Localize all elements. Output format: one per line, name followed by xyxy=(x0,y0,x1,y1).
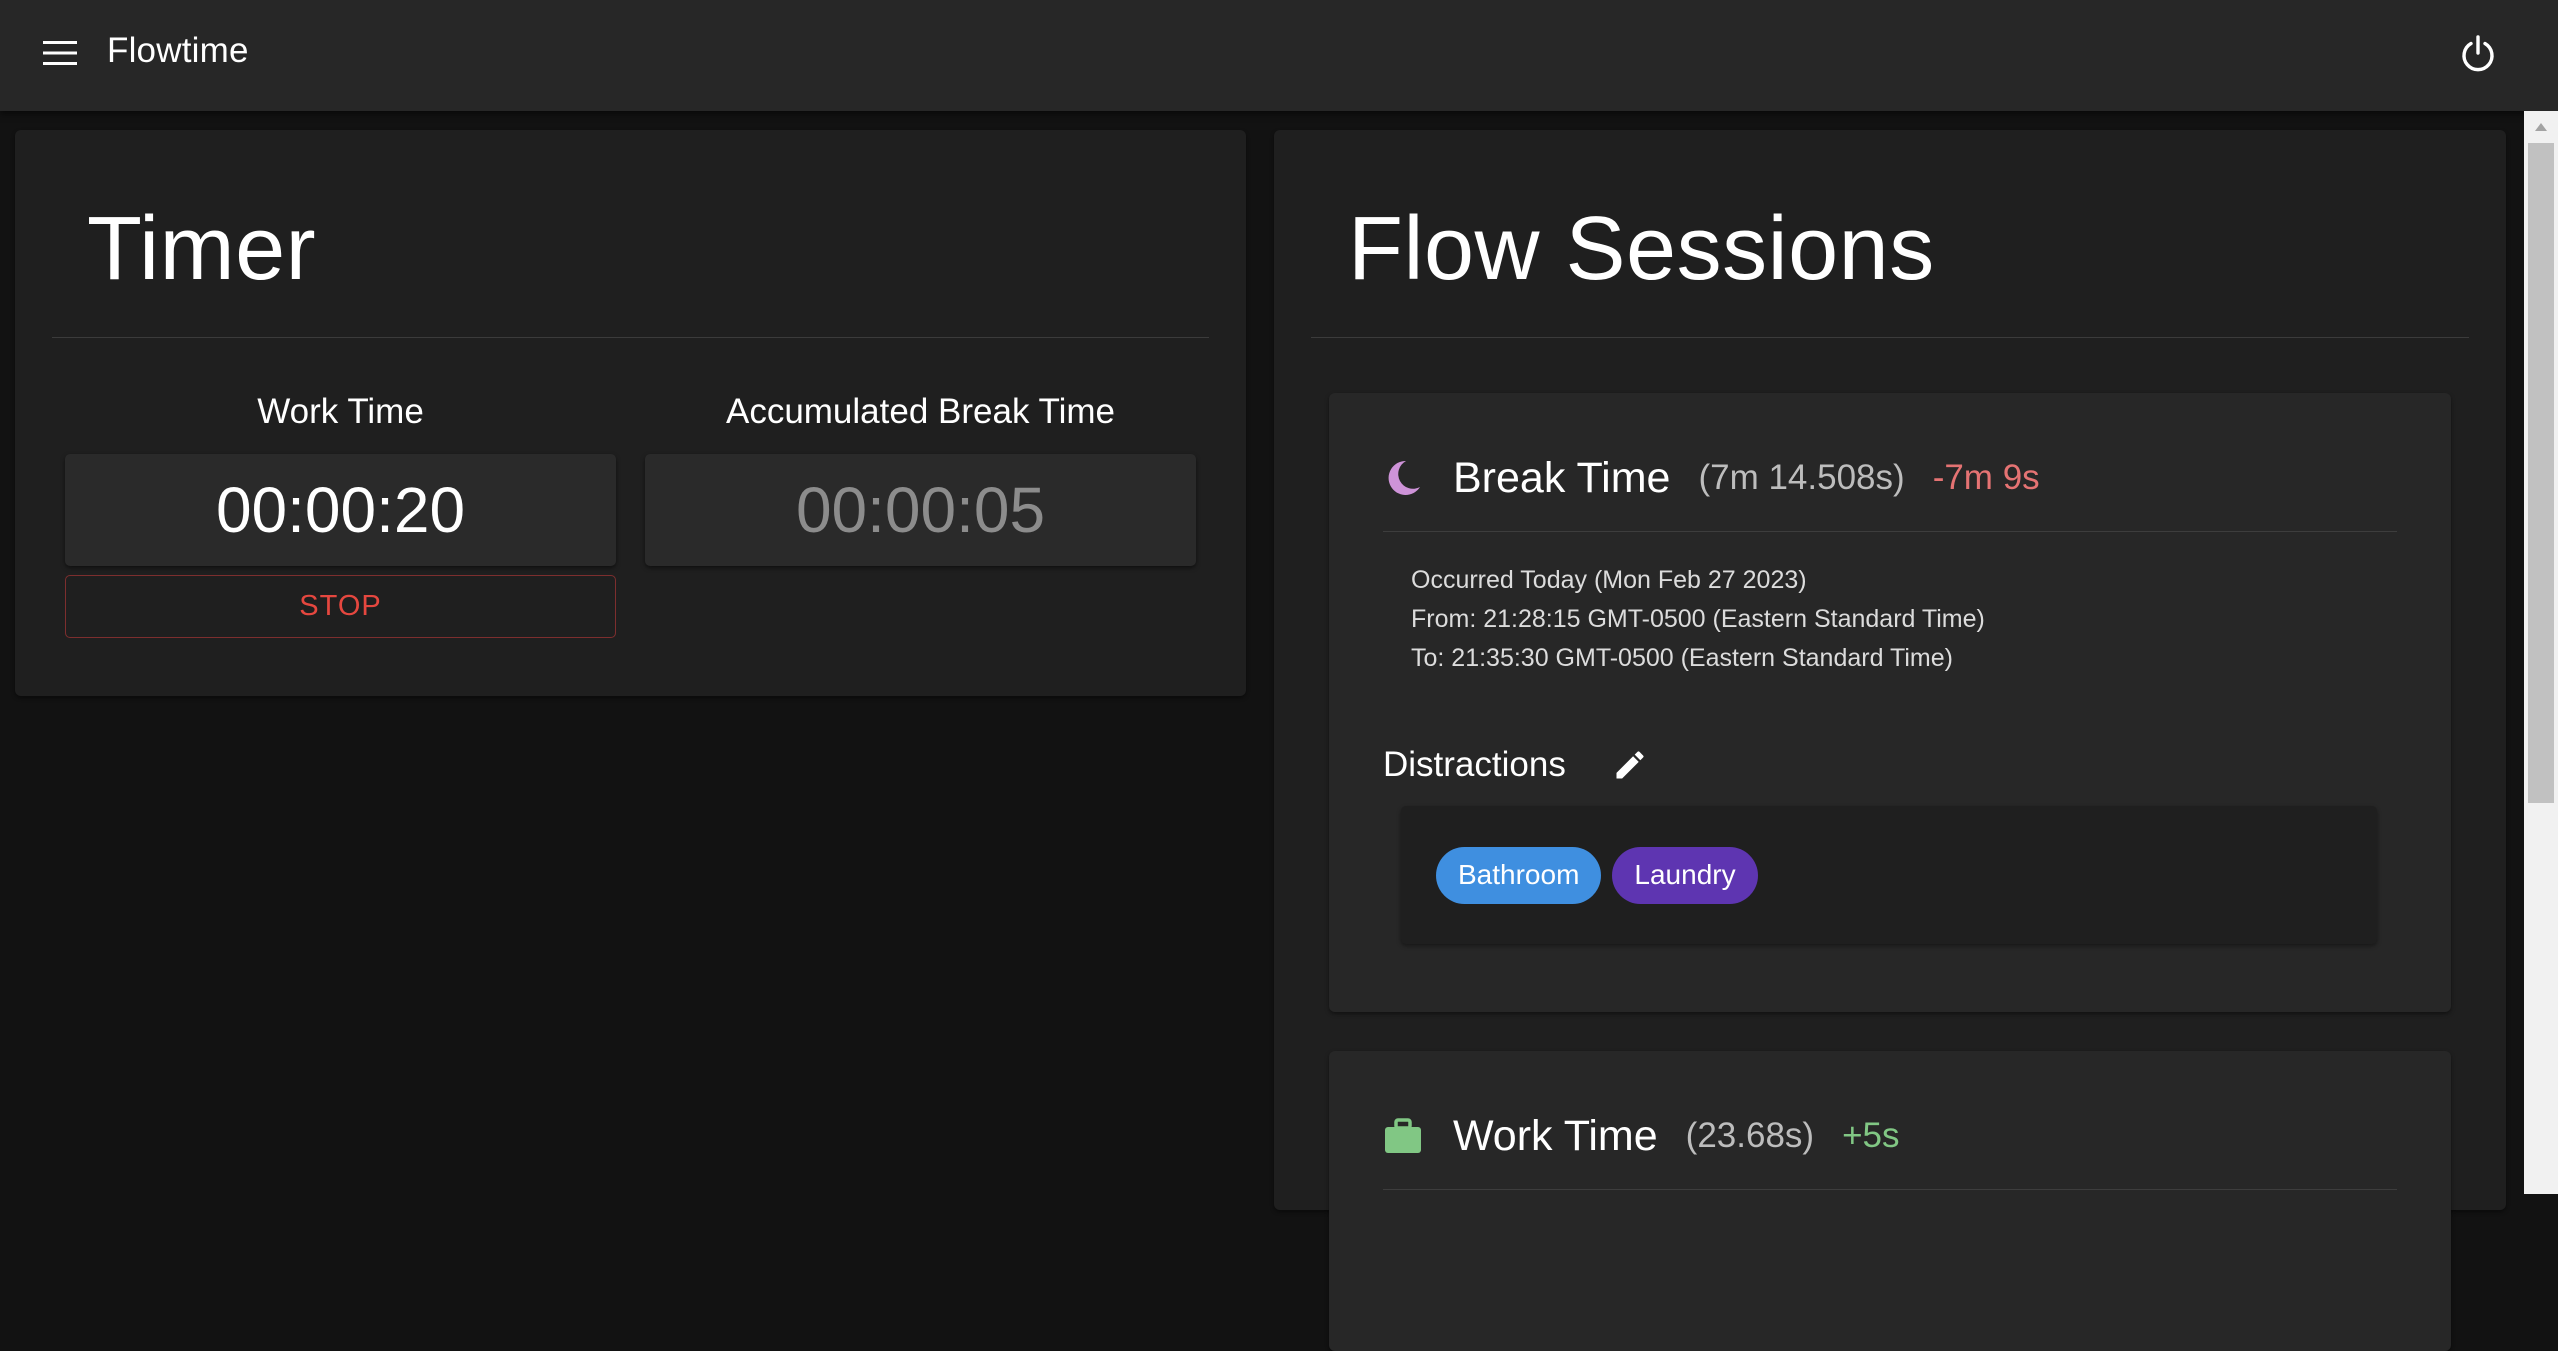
session-delta: +5s xyxy=(1842,1116,1900,1155)
break-time-column: Accumulated Break Time 00:00:05 xyxy=(645,390,1196,566)
work-time-label: Work Time xyxy=(257,392,424,431)
work-time-display: 00:00:20 xyxy=(65,454,616,566)
briefcase-icon xyxy=(1383,1116,1423,1156)
distraction-chip-bathroom[interactable]: Bathroom xyxy=(1436,846,1602,904)
session-header: Break Time (7m 14.508s) -7m 9s xyxy=(1383,448,2040,508)
session-title: Break Time xyxy=(1453,453,1671,502)
app-bar: Flowtime xyxy=(0,0,2558,111)
app-title: Flowtime xyxy=(107,31,249,70)
distractions-list: Bathroom Laundry xyxy=(1401,806,2377,944)
session-card-break: Break Time (7m 14.508s) -7m 9s Occurred … xyxy=(1329,393,2451,1012)
vertical-scrollbar[interactable] xyxy=(2524,111,2558,1194)
timer-panel: Timer Work Time 00:00:20 STOP Accumulate… xyxy=(15,130,1246,696)
break-time-label: Accumulated Break Time xyxy=(725,392,1116,431)
edit-pencil-icon[interactable] xyxy=(1608,743,1652,787)
session-to: To: 21:35:30 GMT-0500 (Eastern Standard … xyxy=(1411,644,1953,672)
session-from: From: 21:28:15 GMT-0500 (Eastern Standar… xyxy=(1411,605,1985,633)
work-time-column: Work Time 00:00:20 STOP xyxy=(65,390,616,638)
scroll-up-arrow-icon[interactable] xyxy=(2524,111,2558,143)
divider xyxy=(1383,1189,2397,1190)
flow-sessions-title: Flow Sessions xyxy=(1348,199,1935,299)
divider xyxy=(1311,337,2469,338)
hamburger-menu-icon[interactable] xyxy=(36,33,84,73)
session-info: Occurred Today (Mon Feb 27 2023) From: 2… xyxy=(1411,561,1985,678)
moon-icon xyxy=(1383,458,1423,498)
session-duration: (23.68s) xyxy=(1685,1116,1815,1155)
session-card-work: Work Time (23.68s) +5s xyxy=(1329,1051,2451,1351)
break-time-display: 00:00:05 xyxy=(645,454,1196,566)
power-icon[interactable] xyxy=(2453,31,2503,77)
scroll-thumb[interactable] xyxy=(2528,143,2554,803)
flow-sessions-panel: Flow Sessions Break Time (7m 14.508s) -7… xyxy=(1274,130,2506,1351)
distractions-label: Distractions xyxy=(1383,745,1566,784)
session-header: Work Time (23.68s) +5s xyxy=(1383,1106,1899,1166)
divider xyxy=(52,337,1209,338)
distraction-chip-laundry[interactable]: Laundry xyxy=(1612,846,1758,904)
distractions-header: Distractions xyxy=(1383,740,1652,790)
session-occurred: Occurred Today (Mon Feb 27 2023) xyxy=(1411,566,1807,594)
session-title: Work Time xyxy=(1453,1111,1658,1160)
session-delta: -7m 9s xyxy=(1932,458,2040,497)
session-duration: (7m 14.508s) xyxy=(1698,458,1905,497)
timer-title: Timer xyxy=(87,199,317,299)
stop-button[interactable]: STOP xyxy=(65,575,616,638)
divider xyxy=(1383,531,2397,532)
